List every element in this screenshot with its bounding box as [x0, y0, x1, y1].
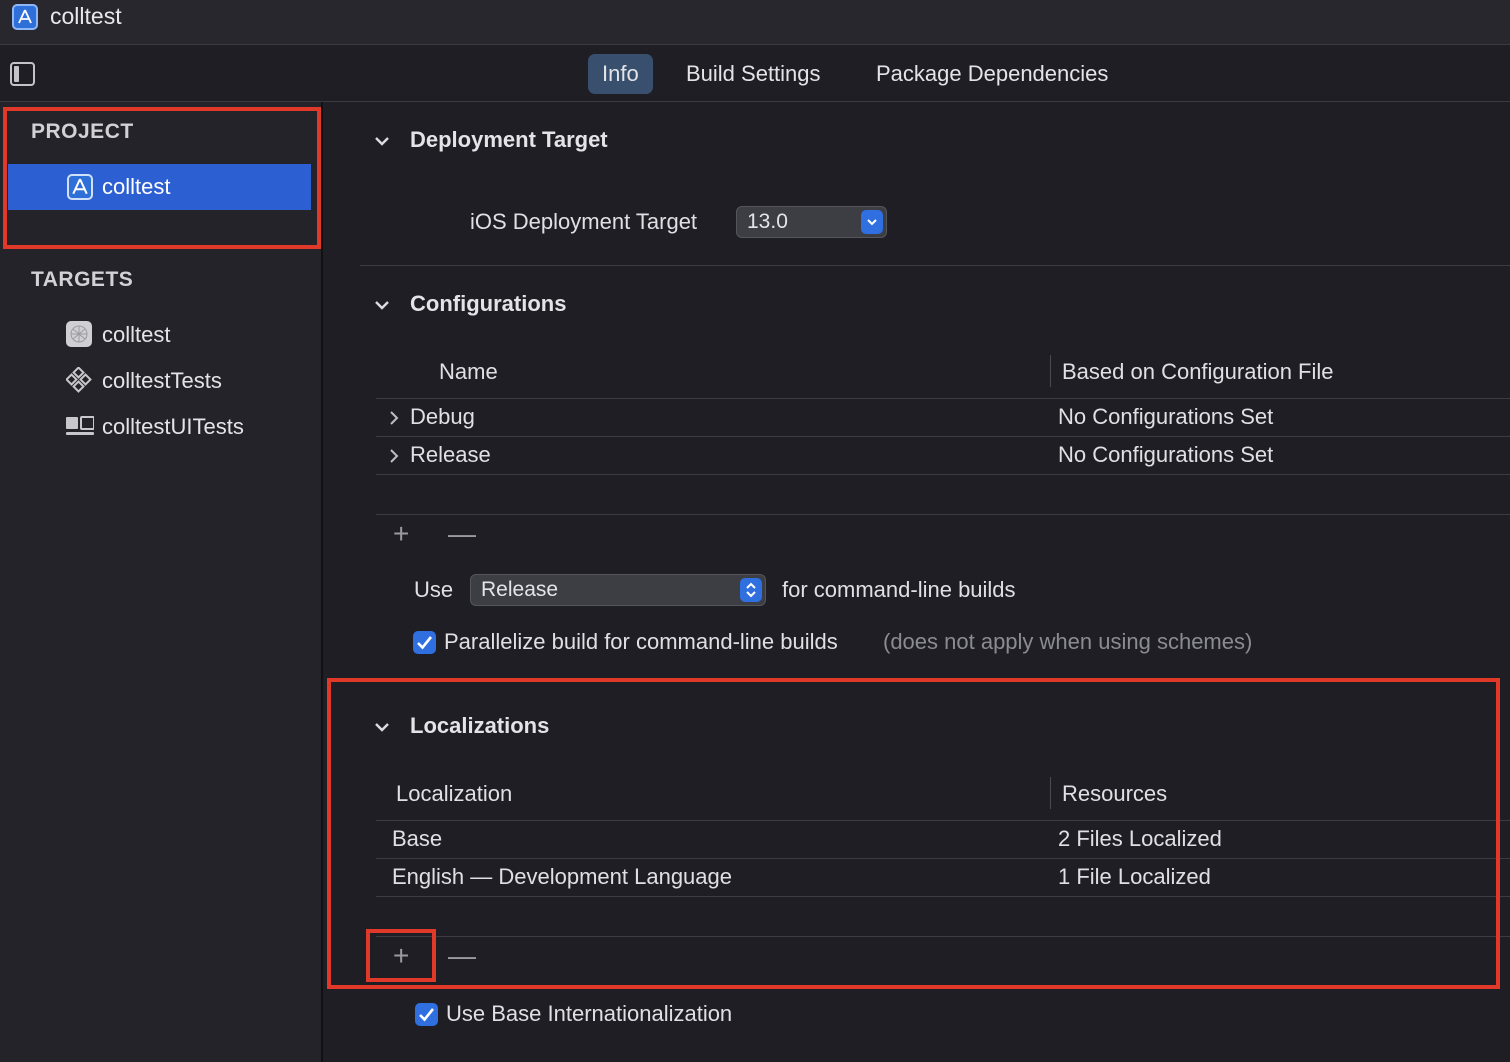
column-header-name[interactable]: Name: [439, 359, 498, 385]
column-header-based-on[interactable]: Based on Configuration File: [1062, 359, 1334, 385]
highlight-box-project: [3, 107, 321, 249]
ui-test-icon: [66, 413, 95, 439]
table-row[interactable]: Debug No Configurations Set: [376, 399, 1510, 436]
sidebar-item-label: colltestUITests: [102, 414, 244, 439]
chevron-down-icon[interactable]: [375, 134, 389, 148]
sidebar-toggle-icon[interactable]: [10, 62, 35, 86]
chevron-right-icon[interactable]: [388, 448, 400, 464]
tab-package-dependencies[interactable]: Package Dependencies: [862, 54, 1122, 94]
tab-build-settings[interactable]: Build Settings: [672, 54, 835, 94]
divider: [376, 514, 1510, 515]
add-configuration-button[interactable]: +: [393, 520, 409, 548]
sidebar-item-target-colltesttests[interactable]: colltestTests: [0, 360, 320, 400]
configurations-title: Configurations: [410, 291, 567, 316]
checkmark-icon: [417, 636, 433, 650]
divider: [376, 474, 1510, 475]
parallelize-label: Parallelize build for command-line build…: [444, 629, 838, 654]
targets-section-header: TARGETS: [31, 268, 134, 291]
chevron-down-icon: [861, 210, 883, 234]
command-line-config-value: Release: [481, 578, 559, 601]
divider: [360, 265, 1510, 266]
sidebar-item-target-colltest[interactable]: colltest: [0, 314, 320, 354]
window-title: colltest: [50, 3, 122, 29]
config-file: No Configurations Set: [1058, 404, 1274, 429]
config-file: No Configurations Set: [1058, 442, 1274, 467]
app-target-icon: [66, 321, 92, 347]
use-label: Use: [414, 577, 454, 602]
xcode-project-icon: [12, 4, 38, 30]
chevron-right-icon[interactable]: [388, 410, 400, 426]
highlight-box-localizations: [327, 678, 1500, 989]
table-row[interactable]: Release No Configurations Set: [376, 437, 1510, 474]
command-line-config-popup[interactable]: Release: [470, 574, 766, 606]
tab-info[interactable]: Info: [588, 54, 653, 94]
chevron-up-down-icon: [740, 578, 762, 602]
deployment-target-title: Deployment Target: [410, 127, 608, 152]
config-name: Debug: [410, 404, 475, 429]
ios-deployment-target-label: iOS Deployment Target: [470, 209, 698, 234]
highlight-box-add-localization: [366, 929, 436, 982]
title-bar: colltest: [0, 0, 1510, 45]
sidebar-item-label: colltest: [102, 322, 171, 347]
parallelize-note: (does not apply when using schemes): [883, 629, 1253, 654]
checkmark-icon: [419, 1008, 435, 1022]
editor-tab-bar: Info Build Settings Package Dependencies: [0, 45, 1510, 102]
column-separator: [1050, 355, 1051, 387]
config-name: Release: [410, 442, 491, 467]
for-command-line-builds-label: for command-line builds: [782, 577, 1016, 602]
ios-deployment-target-value: 13.0: [747, 210, 788, 233]
remove-configuration-button[interactable]: —: [448, 520, 476, 548]
base-internationalization-label: Use Base Internationalization: [446, 1001, 733, 1026]
parallelize-checkbox[interactable]: [413, 631, 436, 654]
unit-test-icon: [65, 366, 92, 393]
chevron-down-icon[interactable]: [375, 298, 389, 312]
base-internationalization-checkbox[interactable]: [415, 1003, 438, 1026]
sidebar-item-target-colltestuitests[interactable]: colltestUITests: [0, 406, 320, 446]
sidebar-item-label: colltestTests: [102, 368, 222, 393]
ios-deployment-target-popup[interactable]: 13.0: [736, 206, 887, 238]
